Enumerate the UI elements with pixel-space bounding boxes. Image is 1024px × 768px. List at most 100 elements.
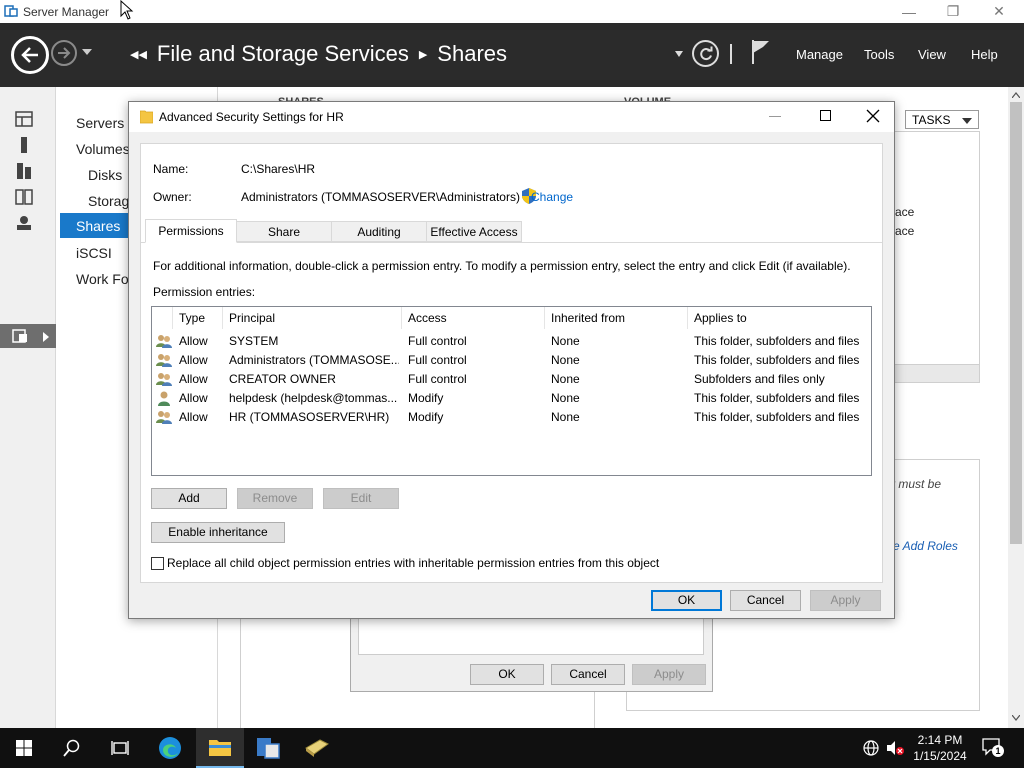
bg-apply-button[interactable]: Apply [632,664,706,685]
windows-logo-icon [16,740,32,756]
notification-center-button[interactable]: 1 [982,738,1004,758]
edge-button[interactable] [146,728,194,768]
refresh-dropdown-icon[interactable] [675,51,683,57]
enable-inheritance-button[interactable]: Enable inheritance [151,522,285,543]
dialog-close-icon[interactable] [863,106,883,126]
folder-icon [140,110,153,124]
close-button[interactable]: ✕ [976,0,1022,23]
volume-panel [894,131,980,383]
menu-tools[interactable]: Tools [864,47,894,62]
cell-inherited: None [551,353,580,367]
all-servers-icon[interactable] [15,163,33,179]
replace-child-permissions-checkbox[interactable] [151,557,164,570]
tasks-dropdown[interactable]: TASKS [905,110,979,129]
dashboard-icon[interactable] [15,111,33,127]
cell-type: Allow [179,353,208,367]
scroll-thumb[interactable] [1010,102,1022,544]
clock[interactable]: 2:14 PM 1/15/2024 [906,732,974,764]
table-row[interactable]: Allow CREATOR OWNER Full control None Subfol… [152,370,871,389]
window-title: Server Manager [23,5,110,19]
col-principal[interactable]: Principal [223,307,402,329]
table-row[interactable]: Allow helpdesk (helpdesk@tommas... Modify N… [152,389,871,408]
breadcrumb-shares: Shares [437,41,508,66]
server-manager-header: ◀◀ File and Storage Services ▶ Shares Ma… [0,23,1024,87]
scroll-up-icon[interactable] [1012,92,1020,98]
bg-ok-button[interactable]: OK [470,664,544,685]
apply-button[interactable]: Apply [810,590,881,611]
table-row[interactable]: Allow HR (TOMMASOSERVER\HR) Modify None This… [152,408,871,427]
dialog-maximize-button[interactable] [820,110,831,121]
tab-auditing[interactable]: Auditing [331,221,427,242]
edit-button[interactable]: Edit [323,488,399,509]
table-row[interactable]: Allow Administrators (TOMMASOSE... Full co… [152,351,871,370]
cancel-button[interactable]: Cancel [730,590,801,611]
volume-muted-icon[interactable] [886,740,904,756]
menu-manage[interactable]: Manage [796,47,843,62]
search-button[interactable] [48,728,96,768]
breadcrumb-back-icon[interactable]: ◀◀ [130,48,147,61]
breadcrumb: ◀◀ File and Storage Services ▶ Shares [130,41,507,67]
tab-effective-access[interactable]: Effective Access [426,221,522,242]
search-icon [63,739,80,757]
file-storage-icon[interactable] [15,189,33,205]
network-icon[interactable] [862,740,880,756]
breadcrumb-separator-icon: ▶ [418,48,428,61]
tasks-caret-icon [962,118,972,124]
scroll-down-icon[interactable] [1012,715,1020,721]
col-applies-to[interactable]: Applies to [688,307,871,329]
breadcrumb-file-storage[interactable]: File and Storage Services [157,41,409,67]
cell-inherited: None [551,334,580,348]
add-roles-link[interactable]: e Add Roles [893,539,958,553]
server-manager-taskbar-button[interactable] [244,728,292,768]
iis-icon[interactable] [15,215,33,231]
minimize-button[interactable]: — [886,0,932,23]
subnav-storage-pools[interactable]: Storag [88,193,129,209]
ok-button[interactable]: OK [651,590,722,611]
replace-child-permissions-label[interactable]: Replace all child object permission entr… [167,556,659,570]
menu-help[interactable]: Help [971,47,998,62]
shares-panel-border [240,619,241,728]
forward-arrow-icon [58,47,71,59]
tab-divider [141,242,882,243]
add-button[interactable]: Add [151,488,227,509]
col-type[interactable]: Type [173,307,223,329]
permission-entries-label: Permission entries: [153,285,256,299]
powershell-button[interactable] [293,728,341,768]
subnav-iscsi[interactable]: iSCSI [76,245,112,261]
back-arrow-icon [21,47,38,63]
notifications-flag-icon[interactable] [750,38,772,66]
subnav-disks[interactable]: Disks [88,167,122,183]
local-server-icon[interactable] [15,137,33,153]
file-explorer-button[interactable] [196,728,244,768]
must-be-text: r must be [891,477,942,491]
permission-entries-table[interactable]: Type Principal Access Inherited from App… [151,306,872,476]
tab-share[interactable]: Share [236,221,332,242]
col-icon-header [152,307,173,329]
server-manager-titlebar: Server Manager — ❐ ✕ [0,0,1024,23]
restore-button[interactable]: ❐ [930,0,976,23]
shares-nav-icon[interactable] [12,328,30,344]
subnav-volumes[interactable]: Volumes [76,141,130,157]
back-button[interactable] [11,36,49,74]
col-access[interactable]: Access [402,307,545,329]
change-owner-link[interactable]: Change [531,190,573,204]
bg-cancel-button[interactable]: Cancel [551,664,625,685]
subnav-work-folders[interactable]: Work Fo [76,271,129,287]
owner-label: Owner: [153,190,192,204]
remove-button[interactable]: Remove [237,488,313,509]
start-button[interactable] [0,728,48,768]
menu-view[interactable]: View [918,47,946,62]
task-view-button[interactable] [96,728,144,768]
col-inherited-from[interactable]: Inherited from [545,307,688,329]
dialog-panel: Name: C:\Shares\HR Owner: Administrators… [140,143,883,583]
tab-permissions[interactable]: Permissions [145,219,237,243]
refresh-button[interactable] [692,40,719,67]
history-dropdown-icon[interactable] [82,49,92,55]
subnav-servers[interactable]: Servers [76,115,124,131]
table-row[interactable]: Allow SYSTEM Full control None This folder, … [152,332,871,351]
dialog-minimize-button[interactable] [769,116,781,117]
group-icon [156,373,172,386]
cell-access: Modify [408,391,444,405]
expand-arrow-icon[interactable] [42,332,50,342]
forward-button[interactable] [51,40,77,66]
